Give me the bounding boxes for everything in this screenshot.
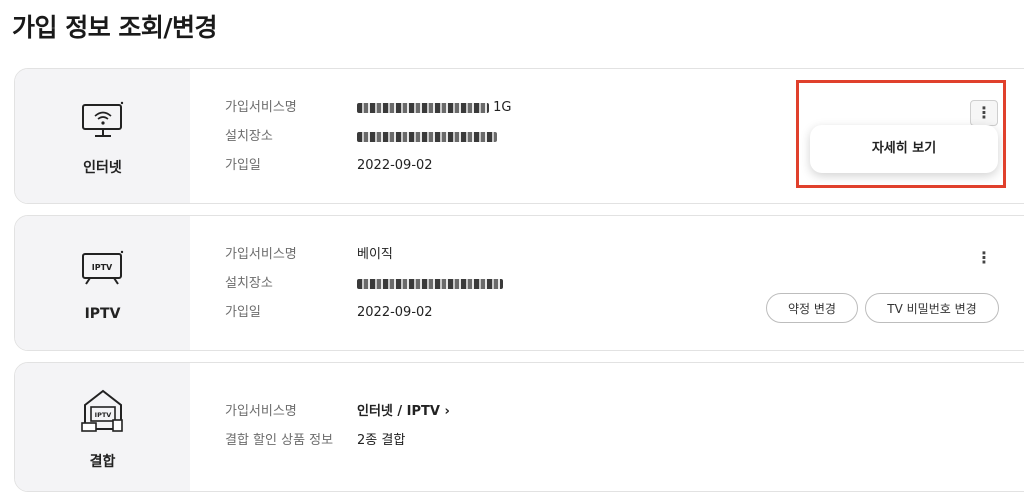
chevron-right-icon: › <box>444 404 450 419</box>
redacted-text <box>357 278 503 289</box>
service-name-bundle: 결합 <box>89 454 116 470</box>
value-bundle-discount: 2종 결합 <box>357 433 406 448</box>
redacted-text <box>357 102 489 113</box>
iptv-icon-text: IPTV <box>92 263 113 272</box>
label-subscription-service: 가입서비스명 <box>225 247 297 262</box>
internet-info: 가입서비스명 1G 설치장소 가입일 2022-09-02 <box>225 93 512 180</box>
service-name-iptv: IPTV <box>84 306 121 322</box>
info-row-location: 설치장소 <box>225 269 503 298</box>
value-join-date: 2022-09-02 <box>357 305 433 320</box>
info-row-join-date: 가입일 2022-09-02 <box>225 298 503 327</box>
value-join-date: 2022-09-02 <box>357 158 433 173</box>
bundle-icon-panel: IPTV 결합 <box>15 363 190 491</box>
tv-icon: IPTV <box>82 250 124 285</box>
bundle-card: IPTV 결합 가입서비스명 인터넷 / IPTV › 결합 할인 상품 정보 … <box>14 362 1024 492</box>
change-contract-button[interactable]: 약정 변경 <box>766 293 858 323</box>
page-title: 가입 정보 조회/변경 <box>12 13 218 42</box>
label-subscription-service: 가입서비스명 <box>225 100 297 115</box>
iptv-info: 가입서비스명 베이직 설치장소 가입일 2022-09-02 <box>225 240 503 327</box>
more-options-button-iptv[interactable]: ⋮ <box>970 246 998 272</box>
info-row-service: 가입서비스명 베이직 <box>225 240 503 269</box>
value-subscription-service: 1G <box>357 93 512 122</box>
wifi-monitor-icon <box>82 101 124 137</box>
value-subscription-service: 베이직 <box>357 247 393 262</box>
info-row-service: 가입서비스명 1G <box>225 93 512 122</box>
bundle-info: 가입서비스명 인터넷 / IPTV › 결합 할인 상품 정보 2종 결합 <box>225 397 450 455</box>
info-row-join-date: 가입일 2022-09-02 <box>225 151 512 180</box>
info-row-location: 설치장소 <box>225 122 512 151</box>
label-bundle-discount: 결합 할인 상품 정보 <box>225 433 334 448</box>
label-install-location: 설치장소 <box>225 276 273 291</box>
bundle-service-link[interactable]: 인터넷 / IPTV › <box>357 397 450 426</box>
info-row-service: 가입서비스명 인터넷 / IPTV › <box>225 397 450 426</box>
service-suffix: 1G <box>493 100 512 115</box>
label-join-date: 가입일 <box>225 305 261 320</box>
iptv-card: IPTV IPTV 가입서비스명 베이직 설치장소 가입일 2022-09-02 <box>14 215 1024 351</box>
label-join-date: 가입일 <box>225 158 261 173</box>
redacted-text <box>357 131 497 142</box>
bundle-icon-text: IPTV <box>95 411 112 419</box>
iptv-icon-panel: IPTV IPTV <box>15 216 190 350</box>
change-tv-password-button[interactable]: TV 비밀번호 변경 <box>865 293 999 323</box>
value-install-location <box>357 122 497 151</box>
label-install-location: 설치장소 <box>225 129 273 144</box>
internet-icon-panel: 인터넷 <box>15 69 190 203</box>
value-install-location <box>357 269 503 298</box>
highlight-box <box>796 80 1006 188</box>
service-name-internet: 인터넷 <box>83 160 122 176</box>
label-subscription-service: 가입서비스명 <box>225 404 297 419</box>
info-row-discount: 결합 할인 상품 정보 2종 결합 <box>225 426 450 455</box>
bundle-service-text: 인터넷 / IPTV <box>357 404 440 419</box>
home-bundle-icon: IPTV <box>81 389 123 432</box>
